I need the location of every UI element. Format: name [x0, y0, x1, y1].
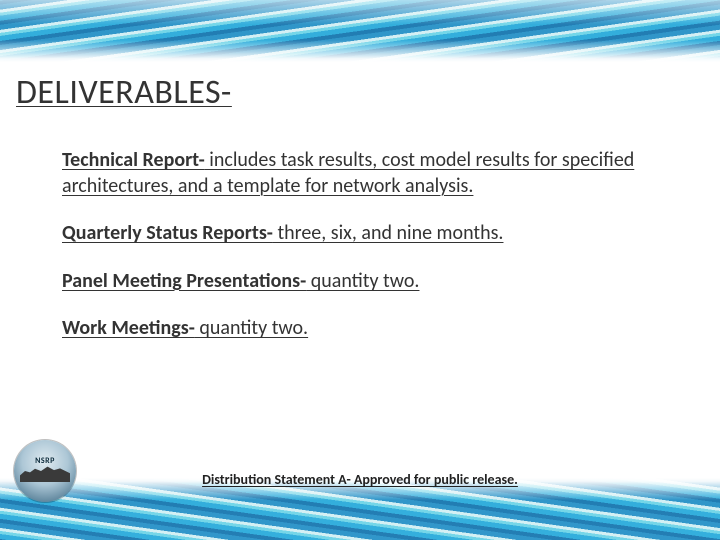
item-rest: quantity two.	[195, 316, 308, 340]
distribution-statement: Distribution Statement A- Approved for p…	[0, 471, 720, 488]
logo-label: NSRP	[14, 456, 76, 466]
slide-body: Technical Report- includes task results,…	[62, 148, 660, 364]
item-rest: quantity two.	[306, 269, 419, 293]
deliverable-item: Technical Report- includes task results,…	[62, 148, 660, 199]
deliverable-item: Work Meetings- quantity two.	[62, 316, 660, 342]
item-lead: Technical Report-	[62, 148, 205, 172]
slide: DELIVERABLES- Technical Report- includes…	[0, 0, 720, 540]
slide-title: DELIVERABLES-	[16, 72, 232, 113]
item-rest: three, six, and nine months.	[273, 221, 504, 245]
deliverable-item: Panel Meeting Presentations- quantity tw…	[62, 269, 660, 295]
top-decorative-band	[0, 0, 720, 62]
item-lead: Quarterly Status Reports-	[62, 221, 273, 245]
item-lead: Panel Meeting Presentations-	[62, 269, 306, 293]
deliverable-item: Quarterly Status Reports- three, six, an…	[62, 221, 660, 247]
item-lead: Work Meetings-	[62, 316, 195, 340]
